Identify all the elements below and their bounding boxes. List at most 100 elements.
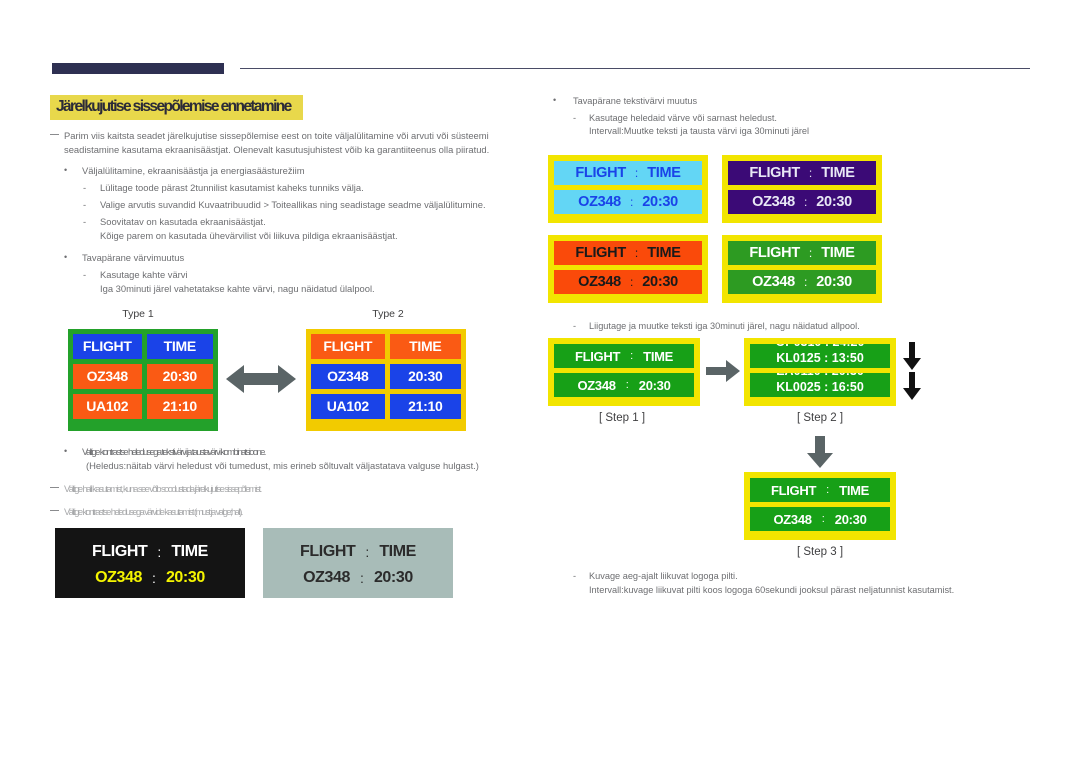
note-avoid-contrast: Vältige kontrastse heledusega värvide ka… [50,505,550,519]
step2-label: [ Step 2 ] [796,412,844,424]
board-row-header: FLIGHT : TIME [554,241,702,265]
separator-colon: : [634,166,639,180]
header-accent-bar [52,63,224,74]
separator-colon: : [630,350,634,362]
right-column: Tavapärane tekstivärvi muutus Kasutage h… [545,94,1040,139]
cell-flight-time: 21:10 [146,394,213,419]
bullet-color-change: Tavapärane värvimuutus [50,250,540,265]
scroll-line-bottom: KL0125 : 13:50 [776,351,864,365]
plain-screensaver-detail: Kõige parem on kasutada ühevärvilist või… [100,230,398,242]
swap-arrow-icon [226,362,296,396]
cell-flight-header: FLIGHT [73,334,142,359]
separator-colon: : [152,570,156,586]
color-board-purple: FLIGHT : TIME OZ348 : 20:30 [722,155,882,223]
steps-intro: Liigutage ja muutke teksti iga 30minuti … [545,320,1040,334]
cell-flight-time: 20:30 [165,569,205,586]
cell-flight-code: OZ348 [578,274,621,290]
scroll-down-arrow-icon [902,372,922,400]
color-board-cyan: FLIGHT : TIME OZ348 : 20:30 [548,155,708,223]
type2-caption: Type 2 [372,308,404,320]
cell-flight-time: 20:30 [373,569,413,586]
right-arrow-icon [706,360,740,382]
board-row-header: FLIGHT : TIME [554,161,702,185]
type1-caption: Type 1 [122,308,154,320]
cell-flight-time: 20:30 [834,511,867,527]
plain-interval-detail: Intervall:Muutke teksti ja tausta värvi … [589,126,810,136]
separator-colon: : [629,195,634,209]
separator-colon: : [826,484,830,496]
cell-flight-code: OZ348 [752,194,795,210]
board-row-header: FLIGHT : TIME [728,161,876,185]
left-column: Järelkujutise sissepõlemise ennetamine P… [50,95,540,296]
board-row-header: FLIGHT : TIME [728,241,876,265]
board-row: OZ348 20:30 [311,364,461,389]
step2-board: OP0310 : 24:20 KL0125 : 13:50 EA0110 : 2… [744,338,896,406]
cell-flight-time: 20:30 [642,194,678,210]
board-row: OZ348 : 20:30 [554,190,702,214]
cell-flight-code: OZ348 [752,274,795,290]
board-row-header: FLIGHT : TIME [554,344,694,368]
manual-page: Järelkujutise sissepõlemise ennetamine P… [0,0,1080,763]
separator-colon: : [803,275,808,289]
separator-colon: : [365,544,370,560]
board-row: OZ348 : 20:30 [554,270,702,294]
board-row: OZ348 20:30 [73,364,213,389]
board-row: OZ348 : 20:30 [55,565,245,591]
cell-time-header: TIME [171,543,208,560]
board-row-scrolling: EA0110 : 20:30 KL0025 : 16:50 [750,373,890,397]
dash-two-colors: Kasutage kahte värvi [50,268,540,282]
board-row: UA102 21:10 [311,394,461,419]
step1-board: FLIGHT : TIME OZ348 : 20:30 [548,338,700,406]
separator-colon: : [821,513,825,525]
cell-flight-header: FLIGHT [575,165,626,181]
header-rule [240,68,1030,69]
scroll-down-arrow-icon [902,342,922,370]
cell-flight-time: 20:30 [816,274,852,290]
cell-time-header: TIME [647,165,681,181]
cell-flight-code: OZ348 [73,364,142,389]
plain-brightness-detail: (Heledus:näitab värvi heledust või tumed… [86,460,479,471]
cell-flight-time: 20:30 [638,377,671,393]
step1-label: [ Step 1 ] [598,412,646,424]
cell-flight-header: FLIGHT [749,165,800,181]
color-board-green: FLIGHT : TIME OZ348 : 20:30 [722,235,882,303]
cell-flight-code: UA102 [73,394,142,419]
dark-flight-board: FLIGHT : TIME OZ348 : 20:30 [55,528,245,598]
board-row: UA102 21:10 [73,394,213,419]
cell-flight-header: FLIGHT [749,245,800,261]
cell-flight-time: 20:30 [642,274,678,290]
cell-flight-time: 20:30 [389,364,461,389]
separator-colon: : [634,246,639,260]
gray-flight-board: FLIGHT : TIME OZ348 : 20:30 [263,528,453,598]
scroll-line-bottom: KL0025 : 16:50 [776,380,864,394]
board-row: OZ348 : 20:30 [263,565,453,591]
separator-colon: : [629,275,634,289]
separator-colon: : [808,166,813,180]
dash-move-text: Liigutage ja muutke teksti iga 30minuti … [545,320,1040,334]
color-variant-figure: FLIGHT : TIME OZ348 : 20:30 FLIGHT : TIM… [548,155,882,307]
board-row: OZ348 : 20:30 [728,190,876,214]
bullet-text-color-change: Tavapärane tekstivärvi muutus [545,94,1040,109]
plain-two-colors-detail: Iga 30minuti järel vahetatakse kahte vär… [100,283,375,295]
cell-flight-code: OZ348 [578,194,621,210]
cell-time-header: TIME [821,165,855,181]
board-row: OZ348 : 20:30 [750,507,890,531]
type2-board: FLIGHT TIME OZ348 20:30 UA102 21:10 [306,329,466,431]
right-column-lower: Kuvage aeg-ajalt liikuvat logoga pilti. … [545,570,1040,597]
step3-label: [ Step 3 ] [796,546,844,558]
cell-flight-header: FLIGHT [300,543,356,560]
cell-flight-time: 20:30 [816,194,852,210]
plain-logo-interval: Intervall:kuvage liikuvat pilti koos log… [589,584,955,595]
step3-board: FLIGHT : TIME OZ348 : 20:30 [744,472,896,540]
board-row-header: FLIGHT TIME [311,334,461,359]
cell-time-header: TIME [146,334,213,359]
type-comparison-figure: Type 1 Type 2 FLIGHT TIME OZ348 20:30 UA… [58,308,478,433]
cell-time-header: TIME [821,245,855,261]
cell-time-header: TIME [643,348,674,364]
separator-colon: : [625,379,629,391]
cell-flight-code: OZ348 [577,377,616,393]
type1-board: FLIGHT TIME OZ348 20:30 UA102 21:10 [68,329,218,431]
dash-turn-off: Lülitage toode pärast 2tunnilist kasutam… [50,181,540,195]
cell-flight-header: FLIGHT [92,543,148,560]
page-title: Järelkujutise sissepõlemise ennetamine [50,95,303,120]
